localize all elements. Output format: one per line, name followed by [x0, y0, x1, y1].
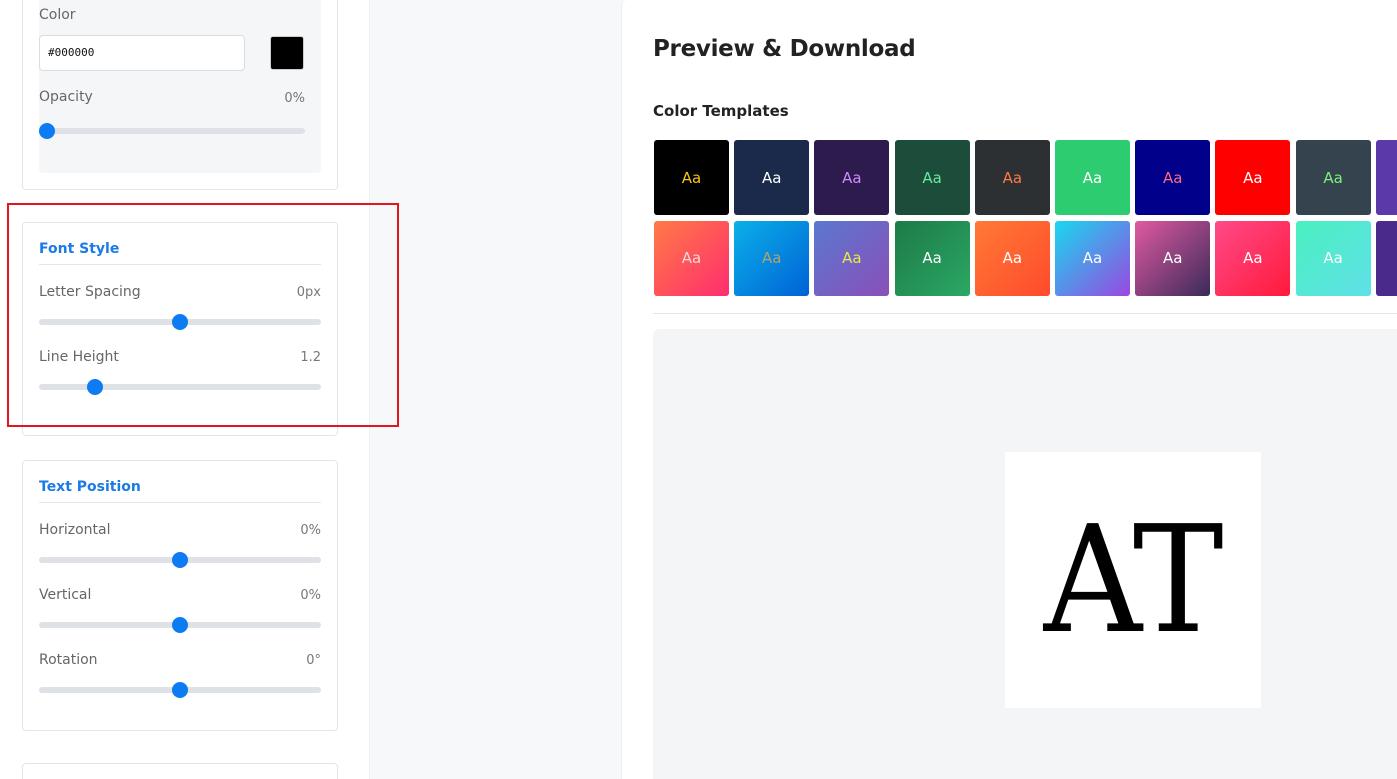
preview-text: AT	[1043, 494, 1224, 666]
divider	[653, 313, 1397, 314]
color-template-label: Aa	[681, 168, 702, 187]
color-template-13[interactable]: Aa	[814, 220, 890, 296]
vertical-slider-thumb[interactable]	[172, 617, 188, 633]
color-template-1[interactable]: Aa	[654, 140, 729, 215]
letter-spacing-label: Letter Spacing	[39, 284, 141, 300]
letter-spacing-slider[interactable]	[39, 314, 321, 330]
vertical-value: 0%	[300, 588, 321, 603]
opacity-slider[interactable]	[39, 123, 305, 139]
color-template-label: Aa	[761, 249, 782, 267]
line-height-slider[interactable]	[39, 379, 321, 395]
color-template-2[interactable]: Aa	[734, 140, 810, 215]
color-template-7[interactable]: Aa	[1135, 140, 1211, 215]
text-position-title: Text Position	[39, 479, 141, 495]
color-template-4[interactable]: Aa	[894, 140, 970, 215]
font-style-card: Font Style Letter Spacing 0px Line Heigh…	[22, 222, 338, 436]
horizontal-slider[interactable]	[39, 552, 321, 568]
color-template-label: Aa	[1162, 168, 1183, 187]
color-hex-input[interactable]: #000000	[39, 35, 245, 71]
color-template-label: Aa	[1243, 168, 1263, 187]
settings-sidebar: Color #000000 Opacity 0% Font Style Lett…	[0, 0, 370, 779]
letter-spacing-slider-thumb[interactable]	[172, 314, 188, 330]
color-label: Color	[39, 7, 76, 23]
color-template-18[interactable]: Aa	[1215, 220, 1291, 296]
color-template-label: Aa	[922, 249, 942, 267]
color-template-label: Aa	[1323, 249, 1343, 267]
color-template-label: Aa	[1323, 168, 1343, 187]
color-template-9[interactable]: Aa	[1295, 140, 1371, 215]
divider	[39, 502, 321, 503]
horizontal-slider-thumb[interactable]	[172, 552, 188, 568]
color-template-19[interactable]: Aa	[1295, 220, 1371, 296]
opacity-slider-thumb[interactable]	[39, 123, 55, 139]
line-height-value: 1.2	[300, 350, 321, 365]
opacity-value: 0%	[284, 91, 305, 106]
rotation-slider-thumb[interactable]	[172, 682, 188, 698]
preview-canvas-area: AT	[653, 329, 1397, 779]
color-template-label: Aa	[681, 249, 702, 267]
rotation-label: Rotation	[39, 652, 98, 668]
rotation-slider[interactable]	[39, 682, 321, 698]
preview-panel: Preview & Download Color Templates Aa Aa A…	[621, 0, 1397, 779]
color-template-label: Aa	[922, 168, 942, 187]
color-template-10[interactable]: Aa	[1375, 140, 1397, 215]
page-title: Preview & Download	[653, 36, 916, 62]
color-template-15[interactable]: Aa	[974, 220, 1050, 296]
color-template-label: Aa	[1002, 168, 1023, 187]
next-settings-card	[22, 763, 338, 779]
horizontal-label: Horizontal	[39, 522, 111, 538]
color-template-20[interactable]: Aa	[1375, 220, 1397, 296]
color-template-5[interactable]: Aa	[974, 140, 1050, 215]
color-template-14[interactable]: Aa	[894, 220, 970, 296]
color-template-label: Aa	[1243, 249, 1263, 267]
letter-spacing-value: 0px	[296, 285, 321, 300]
color-template-label: Aa	[1082, 249, 1103, 267]
color-template-12[interactable]: Aa	[734, 220, 810, 296]
color-template-6[interactable]: Aa	[1055, 140, 1130, 215]
horizontal-value: 0%	[300, 523, 321, 538]
color-template-3[interactable]: Aa	[814, 140, 890, 215]
opacity-label: Opacity	[39, 89, 93, 105]
vertical-label: Vertical	[39, 587, 92, 603]
line-height-label: Line Height	[39, 349, 119, 365]
color-template-label: Aa	[1002, 249, 1023, 267]
color-card: Color #000000 Opacity 0%	[22, 0, 338, 190]
color-template-11[interactable]: Aa	[654, 220, 729, 296]
line-height-slider-thumb[interactable]	[87, 379, 104, 395]
color-swatch[interactable]	[270, 36, 304, 70]
color-template-label: Aa	[842, 168, 862, 187]
color-template-8[interactable]: Aa	[1215, 140, 1291, 215]
color-templates-title: Color Templates	[653, 102, 789, 120]
vertical-slider[interactable]	[39, 617, 321, 633]
color-template-label: Aa	[1162, 249, 1183, 267]
divider	[39, 264, 321, 265]
rotation-value: 0°	[306, 653, 321, 668]
font-style-title: Font Style	[39, 241, 120, 257]
color-template-17[interactable]: Aa	[1135, 220, 1211, 296]
color-template-label: Aa	[842, 249, 862, 267]
color-settings-panel: Color #000000 Opacity 0%	[39, 0, 321, 173]
color-template-16[interactable]: Aa	[1055, 220, 1130, 296]
color-template-label: Aa	[1082, 168, 1103, 187]
text-position-card: Text Position Horizontal 0% Vertical 0% …	[22, 460, 338, 731]
color-template-label: Aa	[761, 168, 782, 187]
preview-image: AT	[1005, 452, 1261, 708]
